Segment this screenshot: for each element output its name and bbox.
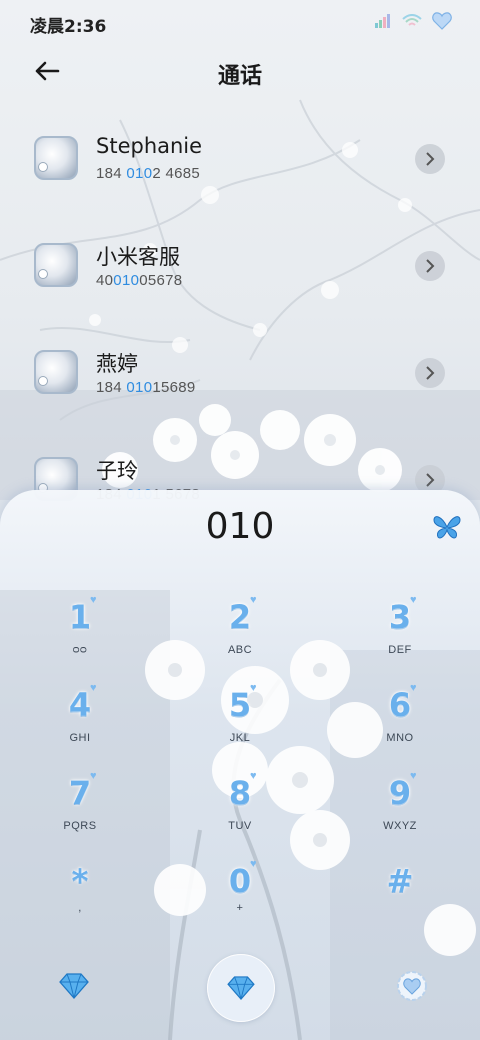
contact-name: 小米客服 (96, 245, 180, 269)
contact-item[interactable]: 燕婷 184 01015689 (0, 334, 480, 414)
contact-number: 4001005678 (96, 272, 183, 289)
avatar (34, 350, 78, 394)
voicemail-icon: ᴑᴑ (72, 644, 88, 656)
avatar (34, 243, 78, 287)
menu-button[interactable] (392, 966, 432, 1006)
contact-item[interactable]: Stephanie 184 0102 4685 (0, 120, 480, 200)
avatar (34, 136, 78, 180)
key-7[interactable]: ♥ 7 PQRS (30, 770, 130, 850)
contact-name: 子玲 (96, 459, 138, 483)
status-icons (374, 12, 452, 30)
key-6[interactable]: ♥ 6 MNO (350, 682, 450, 762)
chevron-right-icon (426, 473, 435, 487)
page-title: 通话 (217, 64, 262, 89)
key-star[interactable]: *, (30, 858, 130, 938)
heart-menu-icon (397, 971, 427, 1001)
status-time: 凌晨2:36 (30, 17, 107, 37)
chevron-right-icon (426, 366, 435, 380)
contact-detail-button[interactable] (415, 358, 445, 388)
contact-number: 184 0102 4685 (96, 165, 201, 182)
contact-item[interactable]: 小米客服 4001005678 (0, 227, 480, 307)
status-bar: 凌晨2:36 (0, 0, 480, 44)
contact-detail-button[interactable] (415, 144, 445, 174)
dialer-bottom-bar (0, 940, 480, 1040)
dialed-number-display: 010 (205, 506, 275, 547)
contact-detail-button[interactable] (415, 251, 445, 281)
chevron-right-icon (426, 259, 435, 273)
key-1[interactable]: ♥ 1 ᴑᴑ (30, 594, 130, 674)
contact-name: Stephanie (96, 134, 203, 158)
key-3[interactable]: ♥ 3 DEF (350, 594, 450, 674)
header: 通话 (0, 44, 480, 100)
butterfly-icon[interactable] (432, 514, 462, 540)
diamond-call-icon (227, 976, 255, 1000)
key-0[interactable]: ♥ 0 + (190, 858, 290, 938)
key-8[interactable]: ♥ 8 TUV (190, 770, 290, 850)
contact-number: 184 01015689 (96, 379, 196, 396)
call-button[interactable] (207, 954, 275, 1022)
key-9[interactable]: ♥ 9 WXYZ (350, 770, 450, 850)
left-action-button[interactable] (54, 966, 94, 1006)
diamond-icon (59, 973, 89, 999)
battery-heart-icon (432, 12, 452, 30)
signal-icon (375, 14, 390, 28)
chevron-right-icon (426, 152, 435, 166)
wifi-icon (402, 14, 422, 26)
key-2[interactable]: ♥ 2 ABC (190, 594, 290, 674)
key-hash[interactable]: # (350, 858, 450, 938)
key-4[interactable]: ♥ 4 GHI (30, 682, 130, 762)
contact-name: 燕婷 (96, 352, 138, 376)
key-5[interactable]: ♥ 5 JKL (190, 682, 290, 762)
